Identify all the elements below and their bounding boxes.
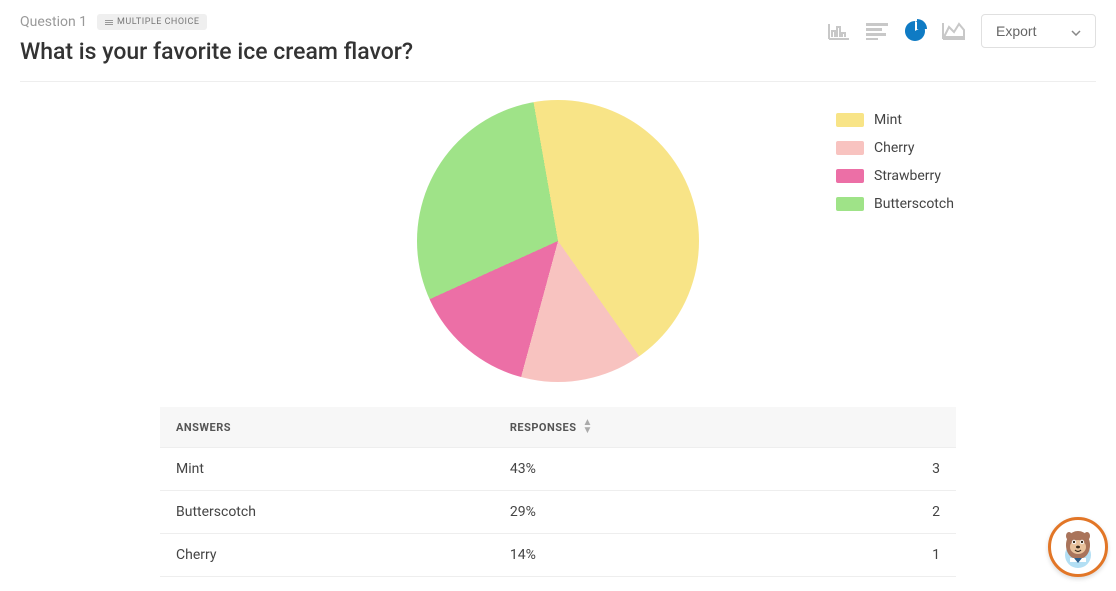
legend-item[interactable]: Cherry	[836, 140, 954, 156]
question-number: Question 1	[20, 14, 87, 30]
horizontal-bars-icon[interactable]	[865, 22, 889, 40]
td-count: 3	[837, 448, 956, 491]
td-count: 1	[837, 534, 956, 577]
caret-down-icon	[1071, 23, 1081, 39]
bar-chart-icon[interactable]	[827, 21, 851, 41]
legend-swatch	[836, 169, 864, 183]
td-percent: 29%	[494, 491, 837, 534]
legend-swatch	[836, 113, 864, 127]
td-answer: Mint	[160, 448, 494, 491]
legend-item[interactable]: Butterscotch	[836, 196, 954, 212]
th-responses-label: RESPONSES	[510, 421, 577, 434]
th-count	[837, 407, 956, 448]
td-answer: Cherry	[160, 534, 494, 577]
legend-swatch	[836, 141, 864, 155]
table-row: Mint43%3	[160, 448, 956, 491]
td-answer: Butterscotch	[160, 491, 494, 534]
legend-label: Strawberry	[874, 168, 941, 184]
question-type-text: MULTIPLE CHOICE	[117, 17, 199, 27]
chart-legend: Mint Cherry Strawberry Butterscotch	[836, 112, 954, 212]
legend-label: Cherry	[874, 140, 914, 156]
td-percent: 43%	[494, 448, 837, 491]
legend-item[interactable]: Strawberry	[836, 168, 954, 184]
results-table: ANSWERS RESPONSES ▲▼ Mint43%3Butterscotc…	[160, 407, 956, 577]
pie-chart	[417, 100, 699, 382]
mascot-icon	[1056, 525, 1100, 569]
help-widget[interactable]	[1048, 517, 1108, 577]
sort-icon: ▲▼	[583, 419, 593, 435]
legend-label: Mint	[874, 112, 902, 128]
legend-label: Butterscotch	[874, 196, 954, 212]
list-icon	[105, 20, 113, 25]
legend-swatch	[836, 197, 864, 211]
td-count: 2	[837, 491, 956, 534]
legend-item[interactable]: Mint	[836, 112, 954, 128]
divider	[20, 81, 1096, 82]
area-chart-icon[interactable]	[941, 21, 967, 41]
question-title: What is your favorite ice cream flavor?	[20, 38, 413, 65]
th-answers[interactable]: ANSWERS	[160, 407, 494, 448]
th-responses[interactable]: RESPONSES ▲▼	[494, 407, 837, 448]
export-button[interactable]: Export	[981, 14, 1096, 48]
export-label: Export	[996, 23, 1036, 39]
table-row: Butterscotch29%2	[160, 491, 956, 534]
td-percent: 14%	[494, 534, 837, 577]
pie-chart-icon[interactable]	[903, 19, 927, 43]
table-row: Cherry14%1	[160, 534, 956, 577]
question-type-badge: MULTIPLE CHOICE	[97, 14, 207, 30]
